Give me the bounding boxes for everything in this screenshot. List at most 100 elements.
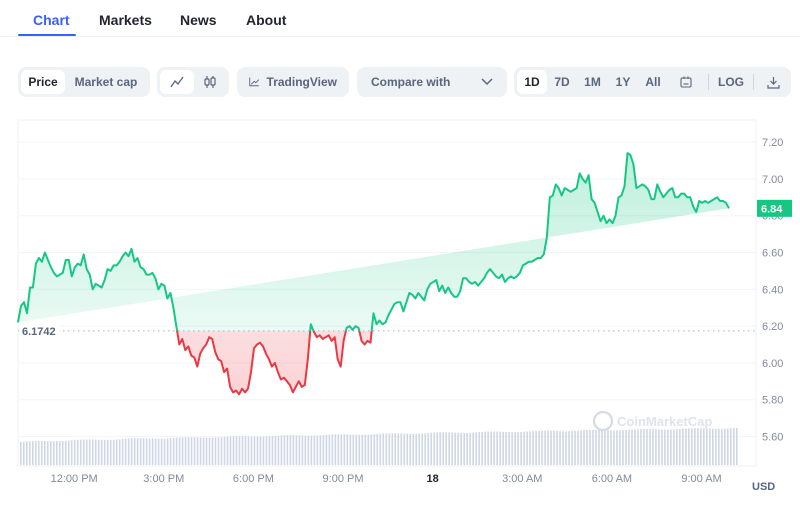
volume-bar xyxy=(706,428,708,465)
tab-markets[interactable]: Markets xyxy=(99,12,152,28)
tab-chart[interactable]: Chart xyxy=(33,12,70,28)
volume-bar xyxy=(652,429,654,465)
volume-bar xyxy=(295,435,298,465)
reference-price-text: 6.1742 xyxy=(22,326,56,338)
volume-bar xyxy=(613,430,615,465)
volume-bar xyxy=(391,433,394,465)
volume-bar xyxy=(154,438,157,465)
download-button[interactable] xyxy=(758,70,788,94)
volume-bar xyxy=(202,437,205,465)
volume-bar xyxy=(229,436,232,465)
volume-bar xyxy=(433,432,436,465)
volume-bar xyxy=(58,441,61,465)
tradingview-button[interactable]: TradingView xyxy=(237,67,349,97)
time-range-selector: 1D 7D 1M 1Y All LOG xyxy=(514,67,791,97)
volume-bar xyxy=(244,436,247,465)
metric-toggle: Price Market cap xyxy=(18,67,150,97)
volume-bar xyxy=(667,429,669,465)
log-scale-button[interactable]: LOG xyxy=(713,70,749,94)
volume-bar xyxy=(409,433,412,465)
candlestick-button[interactable] xyxy=(194,70,226,94)
watermark: CoinMarketCap xyxy=(592,410,712,432)
volume-bar xyxy=(397,433,400,465)
volume-bar xyxy=(601,429,603,465)
volume-bar xyxy=(388,433,391,465)
volume-bar xyxy=(640,429,642,465)
tab-news[interactable]: News xyxy=(180,12,217,28)
volume-bar xyxy=(538,430,540,465)
volume-bar xyxy=(91,439,94,465)
volume-bar xyxy=(430,432,433,465)
volume-bar xyxy=(670,429,672,465)
volume-bar xyxy=(607,430,609,465)
volume-bar xyxy=(466,432,468,465)
volume-bar xyxy=(454,432,456,465)
range-1m-button[interactable]: 1M xyxy=(577,70,608,94)
calendar-icon xyxy=(680,76,692,88)
volume-bar xyxy=(166,438,169,465)
volume-bar xyxy=(364,434,367,465)
volume-bar xyxy=(130,438,133,465)
volume-bar xyxy=(268,436,271,465)
chart-toolbar: Price Market cap TradingView Compare wit… xyxy=(0,67,800,97)
volume-bar xyxy=(151,438,154,465)
chevron-down-icon xyxy=(481,78,493,86)
volume-bar xyxy=(322,435,325,465)
volume-bar xyxy=(148,438,151,465)
tab-about[interactable]: About xyxy=(246,12,286,28)
volume-bar xyxy=(637,429,639,465)
volume-bar xyxy=(676,429,678,465)
currency-label: USD xyxy=(752,481,775,493)
volume-bar xyxy=(283,435,286,465)
volume-bar xyxy=(376,433,379,465)
range-all-button[interactable]: All xyxy=(638,70,668,94)
volume-bar xyxy=(595,429,597,465)
volume-bar xyxy=(634,429,636,465)
volume-bar xyxy=(484,431,486,465)
price-button[interactable]: Price xyxy=(21,70,65,94)
volume-bar xyxy=(304,435,307,465)
volume-bar xyxy=(310,435,313,465)
x-tick-label: 18 xyxy=(427,473,439,485)
range-7d-button[interactable]: 7D xyxy=(547,70,577,94)
volume-bar xyxy=(562,431,564,465)
volume-bar xyxy=(37,440,40,465)
volume-bar xyxy=(313,435,316,465)
market-cap-button[interactable]: Market cap xyxy=(65,70,147,94)
compare-with-dropdown[interactable]: Compare with xyxy=(357,67,507,97)
volume-bar xyxy=(49,441,52,465)
current-price-text: 6.84 xyxy=(761,203,783,215)
volume-bar xyxy=(664,429,666,465)
volume-bar xyxy=(106,439,109,465)
volume-bar xyxy=(529,431,531,465)
volume-bar xyxy=(337,434,340,465)
range-1y-button[interactable]: 1Y xyxy=(608,70,638,94)
date-range-button[interactable] xyxy=(668,70,704,94)
volume-bar xyxy=(226,436,229,465)
price-chart-svg[interactable]: CoinMarketCap 7.207.006.806.606.406.206.… xyxy=(0,0,800,503)
volume-bar xyxy=(274,435,277,465)
volume-bar xyxy=(343,434,346,465)
volume-bar xyxy=(367,434,370,465)
watermark-text: CoinMarketCap xyxy=(617,414,712,429)
volume-bar xyxy=(385,433,388,465)
volume-bar xyxy=(67,440,70,465)
volume-bar xyxy=(157,438,160,465)
line-chart-button[interactable] xyxy=(160,70,194,94)
volume-bar xyxy=(577,430,579,465)
x-tick-label: 9:00 PM xyxy=(323,473,364,485)
range-1d-button[interactable]: 1D xyxy=(517,70,547,94)
volume-bar xyxy=(511,432,513,465)
price-chart[interactable]: CoinMarketCap 7.207.006.806.606.406.206.… xyxy=(0,0,800,503)
volume-bar xyxy=(559,431,561,465)
volume-bar xyxy=(406,433,409,465)
volume-bar xyxy=(340,434,343,465)
volume-bar xyxy=(175,437,178,465)
volume-bar xyxy=(289,435,292,465)
volume-bar xyxy=(88,439,91,465)
volume-bar xyxy=(535,430,537,465)
volume-bar xyxy=(427,433,430,465)
volume-bar xyxy=(328,434,331,465)
volume-bar xyxy=(505,431,507,465)
volume-bar xyxy=(709,428,711,465)
